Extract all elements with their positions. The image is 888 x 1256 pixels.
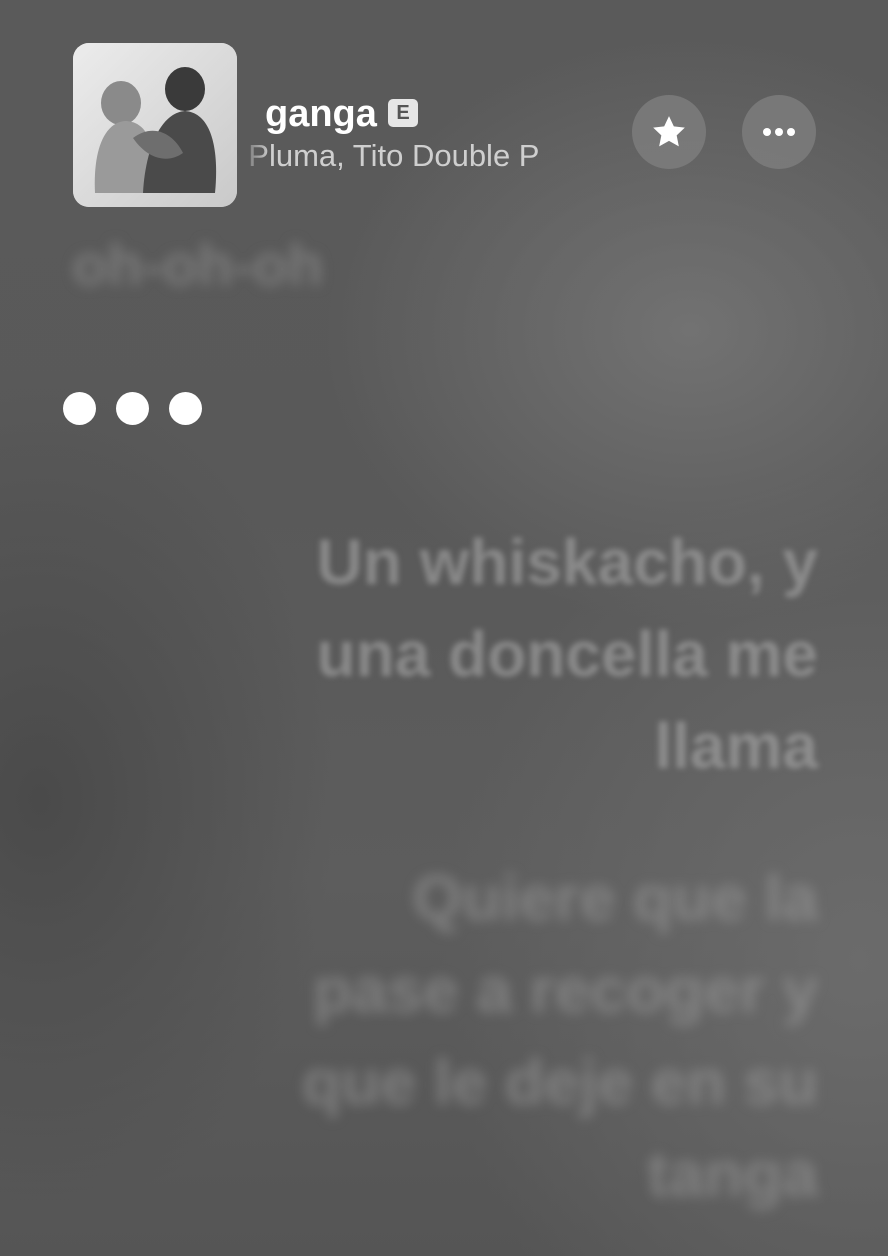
indicator-dot bbox=[63, 392, 96, 425]
lyric-line: tanga bbox=[647, 1138, 818, 1210]
lyric-block[interactable]: Un whiskacho, y una doncella me llama bbox=[317, 516, 818, 792]
lyric-line: llama bbox=[654, 710, 818, 782]
album-artwork-image bbox=[73, 43, 237, 207]
lyric-line: una doncella me bbox=[316, 618, 818, 690]
song-title[interactable]: ganga bbox=[265, 92, 377, 136]
instrumental-indicator bbox=[63, 392, 202, 425]
previous-lyric-line[interactable]: oh-oh-oh bbox=[72, 232, 323, 299]
lyric-line: Un whiskacho, y bbox=[316, 526, 818, 598]
marquee-fade bbox=[237, 136, 271, 180]
indicator-dot bbox=[116, 392, 149, 425]
lyric-block[interactable]: Quiere que la pase a recoger y que le de… bbox=[302, 852, 818, 1220]
album-artwork[interactable] bbox=[73, 43, 237, 207]
ellipsis-icon bbox=[763, 128, 795, 136]
star-icon bbox=[653, 116, 685, 147]
lyric-line: pase a recoger y bbox=[312, 954, 818, 1026]
explicit-badge: E bbox=[388, 99, 418, 127]
lyric-line: Quiere que la bbox=[412, 862, 818, 934]
artist-marquee[interactable]: Peso Pluma, Tito Double P bbox=[237, 136, 613, 180]
lyric-line: que le deje en su bbox=[302, 1046, 818, 1118]
favorite-button[interactable] bbox=[632, 95, 706, 169]
indicator-dot bbox=[169, 392, 202, 425]
artist-name: Peso Pluma, Tito Double P bbox=[237, 138, 540, 173]
more-options-button[interactable] bbox=[742, 95, 816, 169]
